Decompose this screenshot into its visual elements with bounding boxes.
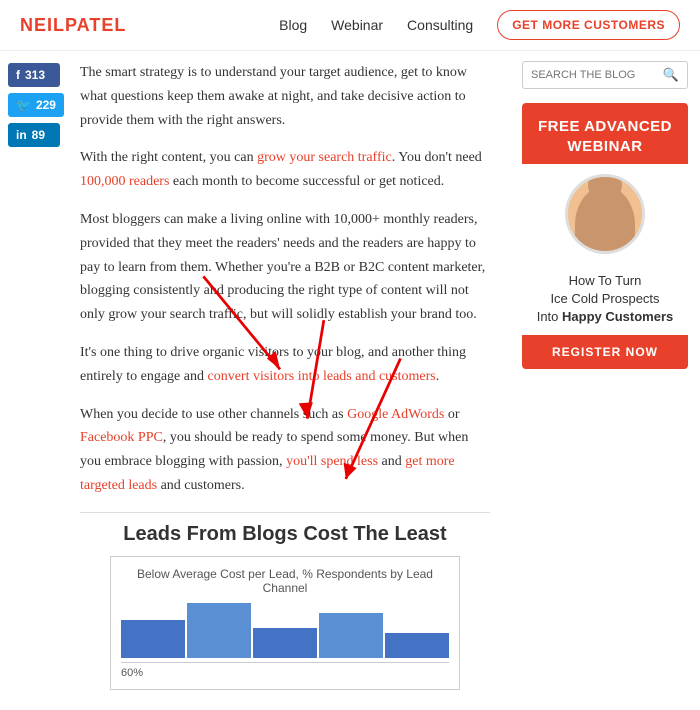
search-input[interactable] — [531, 69, 663, 81]
main-nav: Blog Webinar Consulting GET MORE CUSTOME… — [279, 10, 680, 40]
chart-section: Leads From Blogs Cost The Least Below Av… — [80, 512, 490, 700]
readers-link[interactable]: 100,000 readers — [80, 174, 169, 189]
get-customers-button[interactable]: GET MORE CUSTOMERS — [497, 10, 680, 40]
webinar-description: How To Turn Ice Cold Prospects Into Happ… — [532, 272, 678, 327]
twitter-count: 229 — [36, 98, 56, 112]
article-para2: With the right content, you can grow you… — [80, 146, 490, 194]
site-header: NEILPATEL Blog Webinar Consulting GET MO… — [0, 0, 700, 51]
avatar-person — [575, 186, 635, 251]
adwords-link[interactable]: Google AdWords — [347, 407, 444, 422]
linkedin-count: 89 — [32, 128, 45, 142]
facebook-count: 313 — [25, 68, 45, 82]
chart-container: Below Average Cost per Lead, % Responden… — [110, 556, 460, 690]
main-container: f 313 🐦 229 in 89 — [0, 51, 700, 710]
chart-title: Leads From Blogs Cost The Least — [110, 523, 460, 546]
article-para1: The smart strategy is to understand your… — [80, 61, 490, 132]
right-sidebar: 🔍 FREE ADVANCED WEBINAR How To Turn — [510, 51, 700, 710]
search-box[interactable]: 🔍 — [522, 61, 688, 89]
webinar-title: FREE ADVANCED WEBINAR — [534, 117, 676, 156]
bar-chart — [121, 603, 449, 663]
chart-percent: 60% — [121, 667, 449, 679]
social-sidebar: f 313 🐦 229 in 89 — [0, 51, 72, 710]
grow-traffic-link[interactable]: grow your search traffic — [257, 150, 392, 165]
search-icon: 🔍 — [663, 67, 679, 83]
article-para5: When you decide to use other channels su… — [80, 403, 490, 498]
bar-3 — [253, 628, 317, 658]
nav-consulting[interactable]: Consulting — [407, 17, 473, 33]
bar-1 — [121, 620, 185, 658]
webinar-image-area — [522, 164, 688, 264]
avatar — [565, 174, 645, 254]
article-para3: Most bloggers can make a living online w… — [80, 208, 490, 327]
chart-subtitle: Below Average Cost per Lead, % Responden… — [121, 567, 449, 595]
logo: NEILPATEL — [20, 15, 126, 36]
bar-4 — [319, 613, 383, 658]
webinar-header: FREE ADVANCED WEBINAR — [522, 103, 688, 164]
twitter-share-button[interactable]: 🐦 229 — [8, 93, 64, 117]
bar-5 — [385, 633, 449, 658]
register-now-button[interactable]: REGISTER NOW — [522, 335, 688, 369]
bar-2 — [187, 603, 251, 658]
webinar-promo: FREE ADVANCED WEBINAR How To Turn Ice Co… — [522, 103, 688, 369]
nav-webinar[interactable]: Webinar — [331, 17, 383, 33]
avatar-head — [588, 174, 622, 202]
left-section: f 313 🐦 229 in 89 — [0, 51, 510, 710]
webinar-highlight: Happy Customers — [562, 309, 673, 324]
article-para4: It's one thing to drive organic visitors… — [80, 341, 490, 389]
webinar-text-area: How To Turn Ice Cold Prospects Into Happ… — [522, 264, 688, 335]
spend-less-link[interactable]: you'll spend less — [286, 454, 378, 469]
article-content: The smart strategy is to understand your… — [72, 51, 510, 710]
linkedin-icon: in — [16, 128, 27, 142]
facebook-share-button[interactable]: f 313 — [8, 63, 60, 87]
nav-blog[interactable]: Blog — [279, 17, 307, 33]
facebook-ppc-link[interactable]: Facebook PPC — [80, 430, 163, 445]
linkedin-share-button[interactable]: in 89 — [8, 123, 60, 147]
facebook-icon: f — [16, 68, 20, 82]
convert-visitors-link[interactable]: convert visitors into leads and customer… — [208, 369, 436, 384]
twitter-icon: 🐦 — [16, 98, 31, 112]
